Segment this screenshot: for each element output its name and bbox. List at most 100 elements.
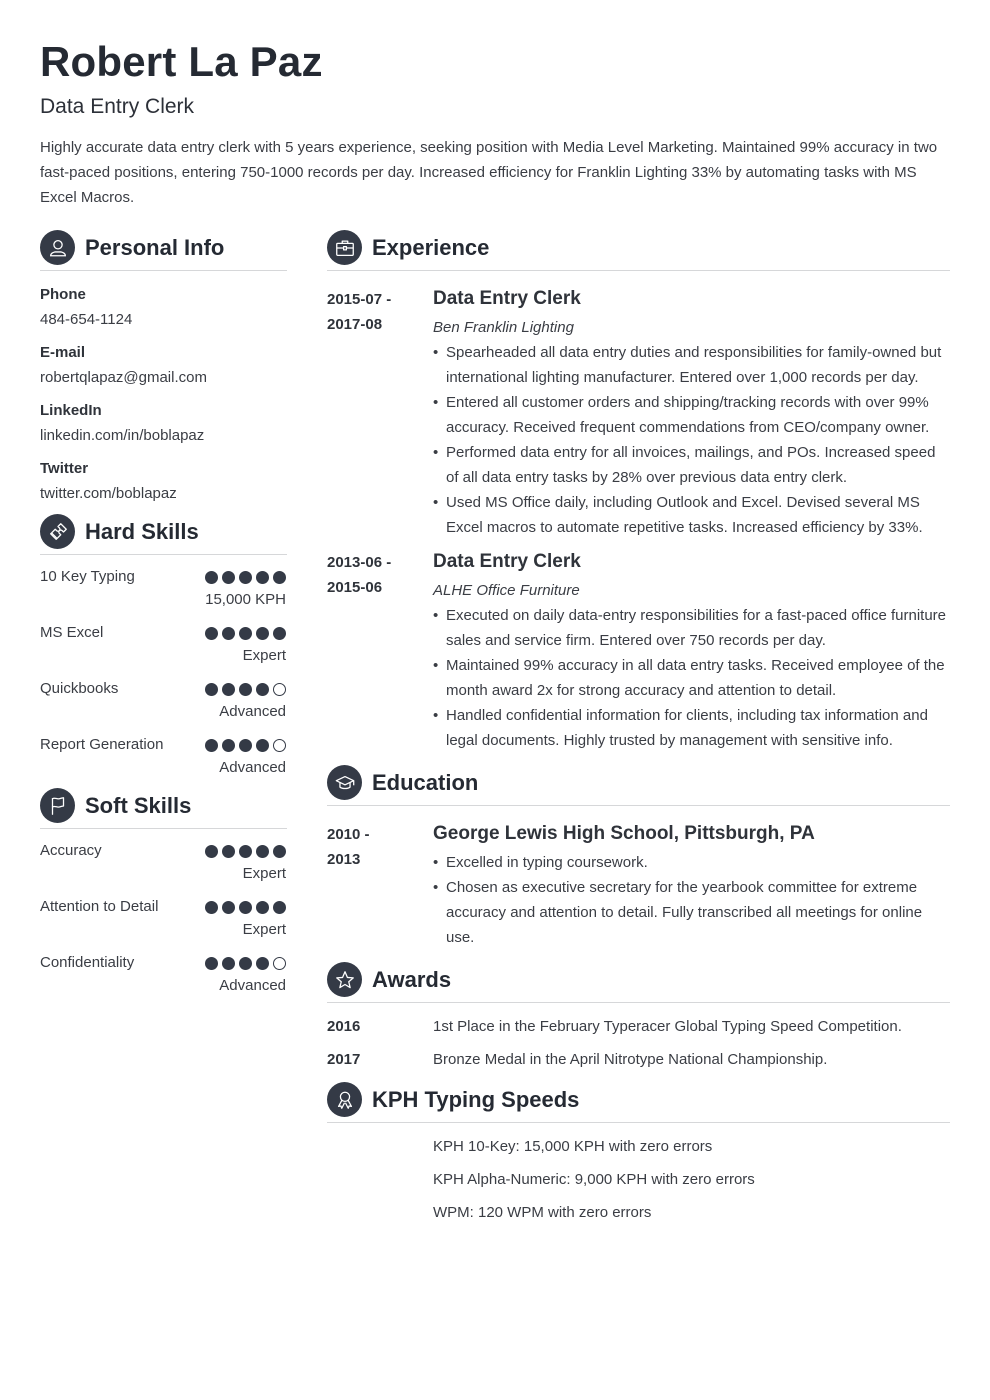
job-position: Data Entry Clerk xyxy=(433,551,581,572)
rating-dot-filled xyxy=(222,957,235,970)
skill-rating xyxy=(205,845,286,858)
entry-body: Data Entry Clerk ALHE Office Furniture E… xyxy=(433,550,950,753)
ribbon-badge-icon xyxy=(327,1082,362,1117)
rating-dot-filled xyxy=(222,901,235,914)
list-item: Maintained 99% accuracy in all data entr… xyxy=(433,653,950,703)
section-title: Education xyxy=(372,769,479,795)
award-description: 1st Place in the February Typeracer Glob… xyxy=(433,1018,902,1035)
email-field: E-mail robertqlapaz@gmail.com xyxy=(40,343,287,388)
responsibility-list: Executed on daily data-entry responsibil… xyxy=(433,603,950,753)
skill-level: Expert xyxy=(242,921,286,938)
list-item: Used MS Office daily, including Outlook … xyxy=(433,490,950,540)
rating-dot-filled xyxy=(205,901,218,914)
rating-dot-filled xyxy=(239,627,252,640)
skill-level: 15,000 KPH xyxy=(205,591,286,608)
list-item: Excelled in typing coursework. xyxy=(433,850,950,875)
hard-skills-list: 10 Key Typing 15,000 KPH MS Excel Expert… xyxy=(40,567,287,791)
field-value: 484-654-1124 xyxy=(40,311,133,328)
section-header: Awards xyxy=(327,962,950,1003)
date-start: 2015-07 - xyxy=(327,291,392,308)
rating-dot-filled xyxy=(256,627,269,640)
rating-dot-filled xyxy=(205,571,218,584)
rating-dot-filled xyxy=(239,739,252,752)
rating-dot-filled xyxy=(205,845,218,858)
linkedin-field: LinkedIn linkedin.com/in/boblapaz xyxy=(40,401,287,446)
company-name: ALHE Office Furniture xyxy=(433,582,580,599)
section-title: Awards xyxy=(372,966,452,992)
list-item: KPH 10-Key: 15,000 KPH with zero errors xyxy=(433,1138,713,1155)
right-column: Experience 2015-07 - 2017-08 Data Entry … xyxy=(327,230,950,1223)
education-entry: 2010 - 2013 George Lewis High School, Pi… xyxy=(327,822,950,950)
rating-dot-filled xyxy=(239,683,252,696)
section-title: KPH Typing Speeds xyxy=(372,1086,580,1112)
entry-date: 2015-07 - 2017-08 xyxy=(327,287,433,540)
rating-dot-filled xyxy=(222,683,235,696)
rating-dot-filled xyxy=(239,571,252,584)
rating-dot-filled xyxy=(256,683,269,696)
entry-body: Data Entry Clerk Ben Franklin Lighting S… xyxy=(433,287,950,540)
typing-speeds-section: KPH Typing Speeds KPH 10-Key: 15,000 KPH… xyxy=(327,1082,950,1223)
section-title: Personal Info xyxy=(85,234,225,260)
skill-level: Expert xyxy=(242,647,286,664)
phone-field: Phone 484-654-1124 xyxy=(40,285,287,330)
rating-dot-filled xyxy=(239,957,252,970)
rating-dot-filled xyxy=(273,845,286,858)
responsibility-list: Spearheaded all data entry duties and re… xyxy=(433,340,950,540)
soft-skills-section: Soft Skills Accuracy Expert Attention to… xyxy=(40,788,287,1009)
rating-dot-filled xyxy=(205,683,218,696)
skill-name: Quickbooks xyxy=(40,680,119,697)
award-item: 2017 Bronze Medal in the April Nitrotype… xyxy=(327,1050,950,1070)
experience-entry: 2015-07 - 2017-08 Data Entry Clerk Ben F… xyxy=(327,287,950,540)
award-year: 2017 xyxy=(327,1051,361,1068)
date-end: 2015-06 xyxy=(327,579,383,596)
star-icon xyxy=(327,962,362,997)
twitter-field: Twitter twitter.com/boblapaz xyxy=(40,459,287,504)
entry-body: George Lewis High School, Pittsburgh, PA… xyxy=(433,822,950,950)
skill-name: Accuracy xyxy=(40,842,102,859)
skill-item: Accuracy Expert xyxy=(40,841,287,897)
rating-dot-filled xyxy=(256,739,269,752)
rating-dot-filled xyxy=(273,571,286,584)
rating-dot-filled xyxy=(239,845,252,858)
section-title: Hard Skills xyxy=(85,518,199,544)
section-header: Soft Skills xyxy=(40,788,287,829)
skill-rating xyxy=(205,739,286,752)
graduation-cap-icon xyxy=(327,765,362,800)
award-item: 2016 1st Place in the February Typeracer… xyxy=(327,1017,950,1037)
awards-section: Awards 2016 1st Place in the February Ty… xyxy=(327,962,950,1070)
award-description: Bronze Medal in the April Nitrotype Nati… xyxy=(433,1051,828,1068)
section-header: Education xyxy=(327,765,950,806)
skill-level: Advanced xyxy=(219,703,286,720)
rating-dot-filled xyxy=(205,957,218,970)
rating-dot-filled xyxy=(222,571,235,584)
award-year: 2016 xyxy=(327,1018,361,1035)
hard-skills-section: Hard Skills 10 Key Typing 15,000 KPH MS … xyxy=(40,514,287,791)
rating-dot-filled xyxy=(205,627,218,640)
list-item: WPM: 120 WPM with zero errors xyxy=(433,1204,652,1221)
field-value: linkedin.com/in/boblapaz xyxy=(40,427,205,444)
school-name: George Lewis High School, Pittsburgh, PA xyxy=(433,823,815,844)
list-item: Chosen as executive secretary for the ye… xyxy=(433,875,950,950)
experience-section: Experience 2015-07 - 2017-08 Data Entry … xyxy=(327,230,950,753)
skill-item: 10 Key Typing 15,000 KPH xyxy=(40,567,287,623)
section-title: Experience xyxy=(372,234,490,260)
rating-dot-filled xyxy=(273,901,286,914)
skill-item: Report Generation Advanced xyxy=(40,735,287,791)
entry-date: 2010 - 2013 xyxy=(327,822,433,950)
field-label: LinkedIn xyxy=(40,402,102,419)
skill-name: Report Generation xyxy=(40,736,164,753)
skill-level: Advanced xyxy=(219,977,286,994)
company-name: Ben Franklin Lighting xyxy=(433,319,574,336)
date-start: 2010 - xyxy=(327,826,370,843)
person-icon xyxy=(40,230,75,265)
soft-skills-list: Accuracy Expert Attention to Detail Expe… xyxy=(40,841,287,1009)
rating-dot-filled xyxy=(222,739,235,752)
list-item: Handled confidential information for cli… xyxy=(433,703,950,753)
rating-dot-empty xyxy=(273,957,286,970)
flag-icon xyxy=(40,788,75,823)
rating-dot-filled xyxy=(256,571,269,584)
rating-dot-filled xyxy=(205,739,218,752)
skill-rating xyxy=(205,683,286,696)
skill-level: Expert xyxy=(242,865,286,882)
field-label: Twitter xyxy=(40,460,89,477)
